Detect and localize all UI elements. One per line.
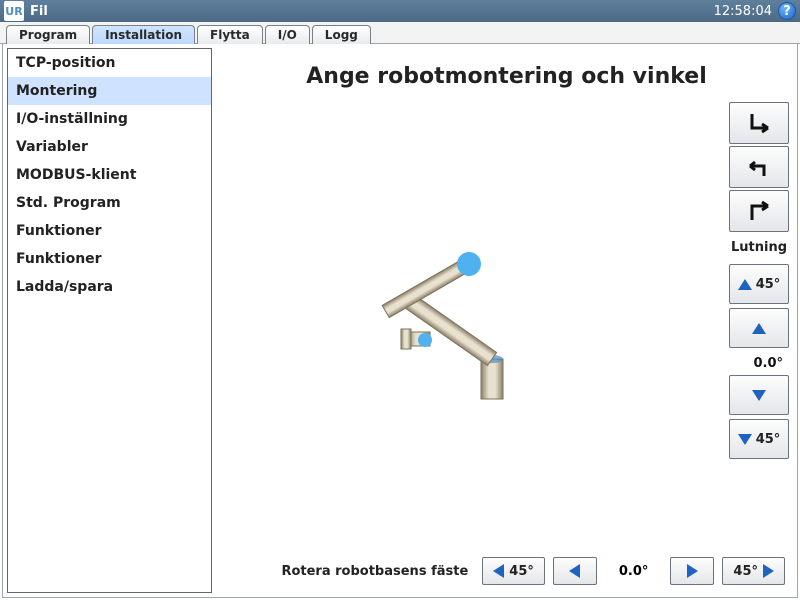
arrow-down-icon (752, 390, 766, 401)
arrow-left-icon (493, 564, 504, 578)
arrow-up-icon (752, 323, 766, 334)
mount-ceiling-icon (746, 198, 772, 224)
workarea: TCP-position Montering I/O-inställning V… (2, 44, 798, 598)
menu-file[interactable]: Fil (30, 4, 48, 19)
tab-io[interactable]: I/O (265, 25, 310, 44)
rotate-label: Rotera robotbasens fäste (228, 564, 468, 579)
tilt-step-label: 45° (756, 277, 781, 292)
rotate-left-45-button[interactable]: 45° (482, 557, 545, 585)
tab-installation[interactable]: Installation (92, 25, 195, 44)
tab-logg[interactable]: Logg (312, 25, 371, 44)
arrow-right-icon (687, 564, 698, 578)
sidebar: TCP-position Montering I/O-inställning V… (7, 48, 212, 593)
rotate-step-label: 45° (733, 564, 758, 579)
tilt-controls: 45° 0.0° 45° (729, 264, 789, 463)
arrow-left-icon (569, 564, 580, 578)
mount-preset-ceiling-button[interactable] (729, 190, 789, 232)
sidebar-item-funktioner-1[interactable]: Funktioner (8, 217, 211, 245)
tilt-label: Lutning (729, 240, 789, 255)
tilt-up-button[interactable] (729, 308, 789, 348)
robot-view[interactable] (224, 99, 789, 551)
arrow-right-icon (763, 564, 774, 578)
tab-program[interactable]: Program (6, 25, 90, 44)
tilt-value: 0.0° (729, 352, 789, 375)
rotate-right-45-button[interactable]: 45° (722, 557, 785, 585)
mount-preset-floor-button[interactable] (729, 102, 789, 144)
mount-preset-wall-button[interactable] (729, 146, 789, 188)
main-panel: Ange robotmontering och vinkel (212, 44, 797, 597)
tilt-step-label: 45° (756, 432, 781, 447)
sidebar-item-ladda-spara[interactable]: Ladda/spara (8, 273, 211, 301)
sidebar-item-funktioner-2[interactable]: Funktioner (8, 245, 211, 273)
help-icon[interactable]: ? (778, 2, 796, 20)
arrow-down-icon (738, 434, 752, 445)
rotate-value: 0.0° (605, 564, 663, 579)
page-title: Ange robotmontering och vinkel (224, 64, 789, 89)
arrow-up-icon (738, 279, 752, 290)
mount-floor-icon (746, 110, 772, 136)
sidebar-item-modbus[interactable]: MODBUS-klient (8, 161, 211, 189)
sidebar-item-tcp-position[interactable]: TCP-position (8, 49, 211, 77)
rotate-left-button[interactable] (553, 557, 597, 585)
tilt-down-45-button[interactable]: 45° (729, 419, 789, 459)
tilt-up-45-button[interactable]: 45° (729, 264, 789, 304)
tab-flytta[interactable]: Flytta (197, 25, 263, 44)
clock: 12:58:04 (714, 4, 772, 19)
tilt-down-button[interactable] (729, 375, 789, 415)
rotate-right-button[interactable] (670, 557, 714, 585)
robot-illustration (353, 204, 573, 424)
sidebar-item-variabler[interactable]: Variabler (8, 133, 211, 161)
topbar: UR Fil 12:58:04 ? (0, 0, 800, 22)
mount-wall-icon (746, 154, 772, 180)
mount-preset-column: Lutning (729, 102, 789, 257)
rotate-step-label: 45° (509, 564, 534, 579)
tabstrip: Program Installation Flytta I/O Logg (0, 22, 800, 44)
sidebar-item-io-setup[interactable]: I/O-inställning (8, 105, 211, 133)
sidebar-item-std-program[interactable]: Std. Program (8, 189, 211, 217)
sidebar-item-montering[interactable]: Montering (8, 77, 211, 105)
rotate-controls: Rotera robotbasens fäste 45° 0.0° 45° (224, 551, 789, 589)
logo: UR (4, 1, 24, 21)
